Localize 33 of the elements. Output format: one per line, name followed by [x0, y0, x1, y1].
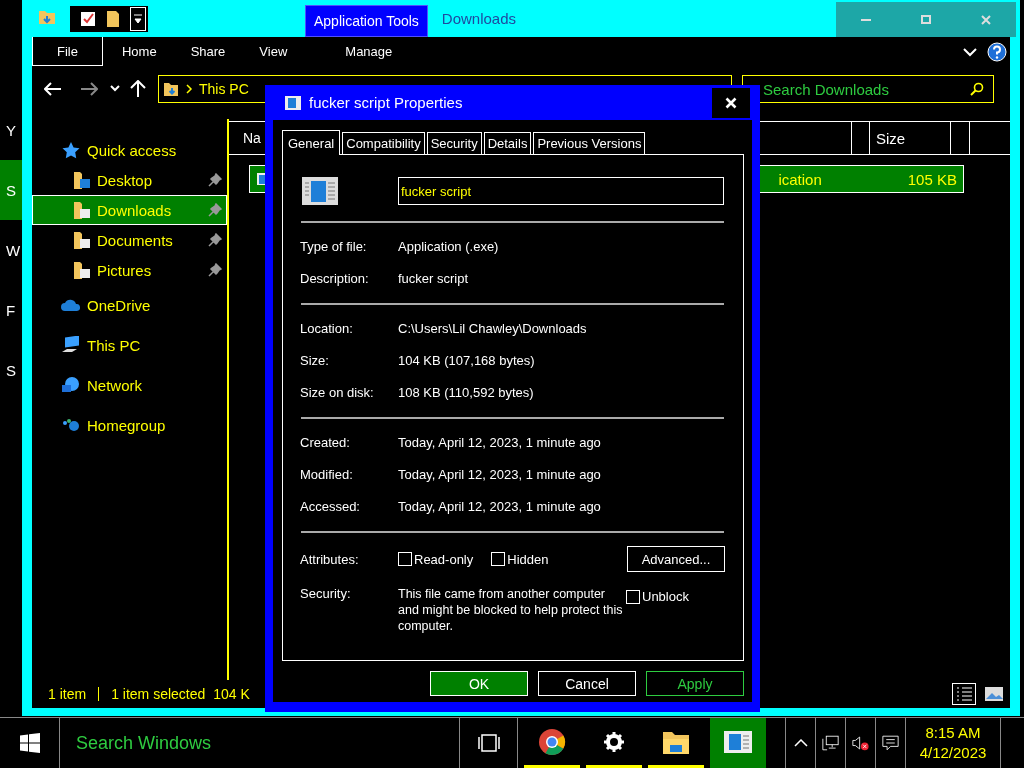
property-label: Accessed: [300, 498, 361, 514]
desktop-label: S [0, 160, 22, 220]
clock-time: 8:15 AM [925, 723, 981, 743]
property-label: Created: [300, 434, 351, 450]
property-label: Modified: [300, 466, 354, 482]
selection-count: 1 item selected [111, 686, 206, 702]
property-value: 108 KB (110,592 bytes) [398, 384, 534, 400]
property-label: Location: [300, 320, 354, 336]
desktop-label: Y [5, 120, 17, 141]
property-label: Size: [300, 352, 330, 368]
property-value: Today, April 12, 2023, 1 minute ago [398, 498, 601, 514]
property-label: Attributes: [300, 551, 360, 567]
desktop-label: F [5, 300, 17, 321]
property-value: Today, April 12, 2023, 1 minute ago [398, 434, 601, 450]
property-label: Description: [300, 270, 370, 286]
property-value: Application (.exe) [398, 238, 499, 254]
property-value: Today, April 12, 2023, 1 minute ago [398, 466, 601, 482]
property-value: C:\Users\Lil Chawley\Downloads [398, 320, 587, 336]
desktop-label: W [5, 240, 22, 261]
security-message: This file came from another computer and might be blocked to help protect this computer. [398, 586, 623, 634]
table-cell: 105 KB [907, 170, 957, 188]
property-label: Size on disk: [300, 384, 375, 400]
property-value: fucker script [398, 270, 469, 286]
property-label: Type of file: [300, 238, 368, 254]
table-cell: ication [778, 170, 822, 188]
property-label: Security: [300, 586, 352, 601]
clock-date: 4/12/2023 [919, 743, 987, 763]
dialog-title: fucker script Properties [309, 94, 463, 111]
desktop-label: S [5, 360, 17, 381]
window-title: Downloads [441, 10, 517, 27]
property-value: 104 KB (107,168 bytes) [398, 352, 535, 368]
selection-size: 104 K [213, 686, 250, 702]
item-count: 1 item [48, 686, 87, 702]
